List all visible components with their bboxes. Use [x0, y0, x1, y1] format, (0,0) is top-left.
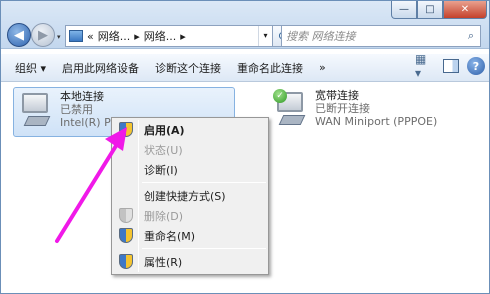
address-prefix[interactable]: « [87, 30, 94, 43]
connection-name: 本地连接 [60, 90, 104, 103]
menu-item-label: 启用(A) [144, 124, 185, 137]
maximize-button[interactable]: □ [417, 1, 443, 19]
connection-status: 已禁用 [60, 103, 93, 116]
connection-device: Intel(R) P [60, 116, 111, 129]
broadband-adapter-icon: ✓ [273, 89, 309, 129]
title-bar: — □ ✕ ◀ ▶ ▾ « 网络... ▸ 网络... ▸ ▾ ⟳ 搜索 网络连… [1, 1, 489, 49]
breadcrumb-segment-1[interactable]: 网络... [98, 28, 131, 44]
menu-item-label: 状态(U) [144, 144, 183, 157]
toolbar-icons: ▦ ▾ ? [415, 52, 485, 80]
diagnose-button[interactable]: 诊断这个连接 [147, 60, 229, 76]
breadcrumb-separator-2[interactable]: ▸ [180, 30, 186, 43]
menu-item-label: 重命名(M) [144, 230, 196, 243]
menu-item-label: 诊断(I) [144, 164, 178, 177]
menu-item-delete[interactable]: 删除(D) [114, 206, 266, 226]
menu-separator [142, 248, 266, 249]
change-view-icon[interactable]: ▦ ▾ [415, 52, 435, 80]
window-controls: — □ ✕ [391, 1, 487, 19]
check-icon: ✓ [273, 89, 287, 103]
menu-item-status[interactable]: 状态(U) [114, 140, 266, 160]
forward-button[interactable]: ▶ [31, 23, 55, 47]
command-bar: 组织 ▾ 启用此网络设备 诊断这个连接 重命名此连接 » ▦ ▾ ? [1, 52, 489, 82]
menu-item-label: 删除(D) [144, 210, 184, 223]
menu-item-create-shortcut[interactable]: 创建快捷方式(S) [114, 186, 266, 206]
context-menu: 启用(A) 状态(U) 诊断(I) 创建快捷方式(S) 删除(D) 重命名(M)… [111, 117, 269, 275]
search-icon[interactable]: ⌕ [462, 29, 480, 43]
menu-item-label: 创建快捷方式(S) [144, 190, 226, 203]
preview-pane-icon[interactable] [443, 59, 459, 73]
address-bar[interactable]: « 网络... ▸ 网络... ▸ ▾ [65, 25, 273, 47]
network-connections-window: — □ ✕ ◀ ▶ ▾ « 网络... ▸ 网络... ▸ ▾ ⟳ 搜索 网络连… [0, 0, 490, 294]
menu-separator [142, 182, 266, 183]
arrow-right-icon: ▶ [38, 27, 48, 43]
shield-icon [119, 208, 133, 223]
rename-button[interactable]: 重命名此连接 [229, 60, 311, 76]
connection-item-broadband[interactable]: ✓ 宽带连接 已断开连接 WAN Miniport (PPPOE) [269, 87, 469, 137]
organize-button[interactable]: 组织 ▾ [1, 60, 54, 76]
menu-item-rename[interactable]: 重命名(M) [114, 226, 266, 246]
menu-item-label: 属性(R) [144, 256, 183, 269]
shield-icon [119, 228, 133, 243]
recent-pages-dropdown[interactable]: ▾ [57, 33, 61, 41]
help-icon[interactable]: ? [467, 57, 485, 75]
control-panel-icon [69, 30, 83, 42]
arrow-left-icon: ◀ [14, 27, 24, 43]
search-placeholder: 搜索 网络连接 [286, 30, 356, 43]
menu-item-enable[interactable]: 启用(A) [114, 120, 266, 140]
connection-device: WAN Miniport (PPPOE) [315, 115, 438, 128]
shield-icon [119, 254, 133, 269]
connection-status: 已断开连接 [315, 102, 370, 115]
menu-item-diagnose[interactable]: 诊断(I) [114, 160, 266, 180]
enable-device-button[interactable]: 启用此网络设备 [54, 60, 147, 76]
search-input[interactable]: 搜索 网络连接 ⌕ [281, 25, 481, 47]
minimize-button[interactable]: — [391, 1, 417, 19]
network-adapter-icon [18, 90, 54, 130]
breadcrumb-separator-1[interactable]: ▸ [134, 30, 140, 43]
breadcrumb-segment-2[interactable]: 网络... [144, 28, 177, 44]
menu-item-properties[interactable]: 属性(R) [114, 252, 266, 272]
close-button[interactable]: ✕ [443, 1, 487, 19]
shield-icon [119, 122, 133, 137]
more-commands-button[interactable]: » [311, 61, 334, 74]
connection-name: 宽带连接 [315, 89, 359, 102]
address-dropdown[interactable]: ▾ [258, 26, 272, 46]
back-button[interactable]: ◀ [7, 23, 31, 47]
